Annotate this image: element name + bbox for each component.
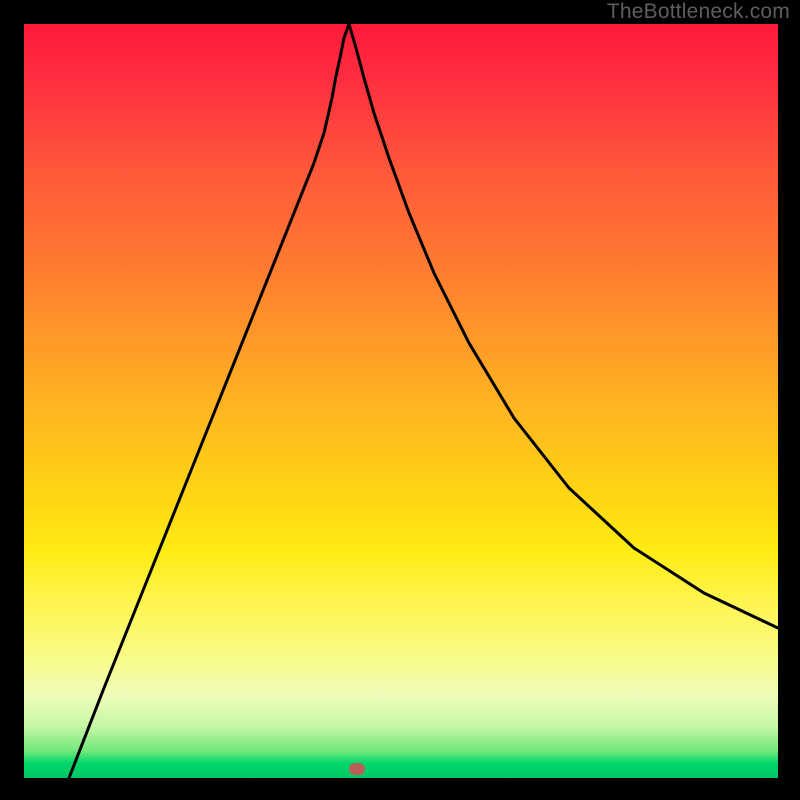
chart-frame: TheBottleneck.com [0,0,800,800]
right-branch-curve [349,24,778,628]
curve-svg [24,24,778,778]
watermark-text: TheBottleneck.com [607,0,790,24]
left-branch-curve [69,24,349,778]
plot-area [24,24,778,778]
minimum-marker [349,763,365,775]
